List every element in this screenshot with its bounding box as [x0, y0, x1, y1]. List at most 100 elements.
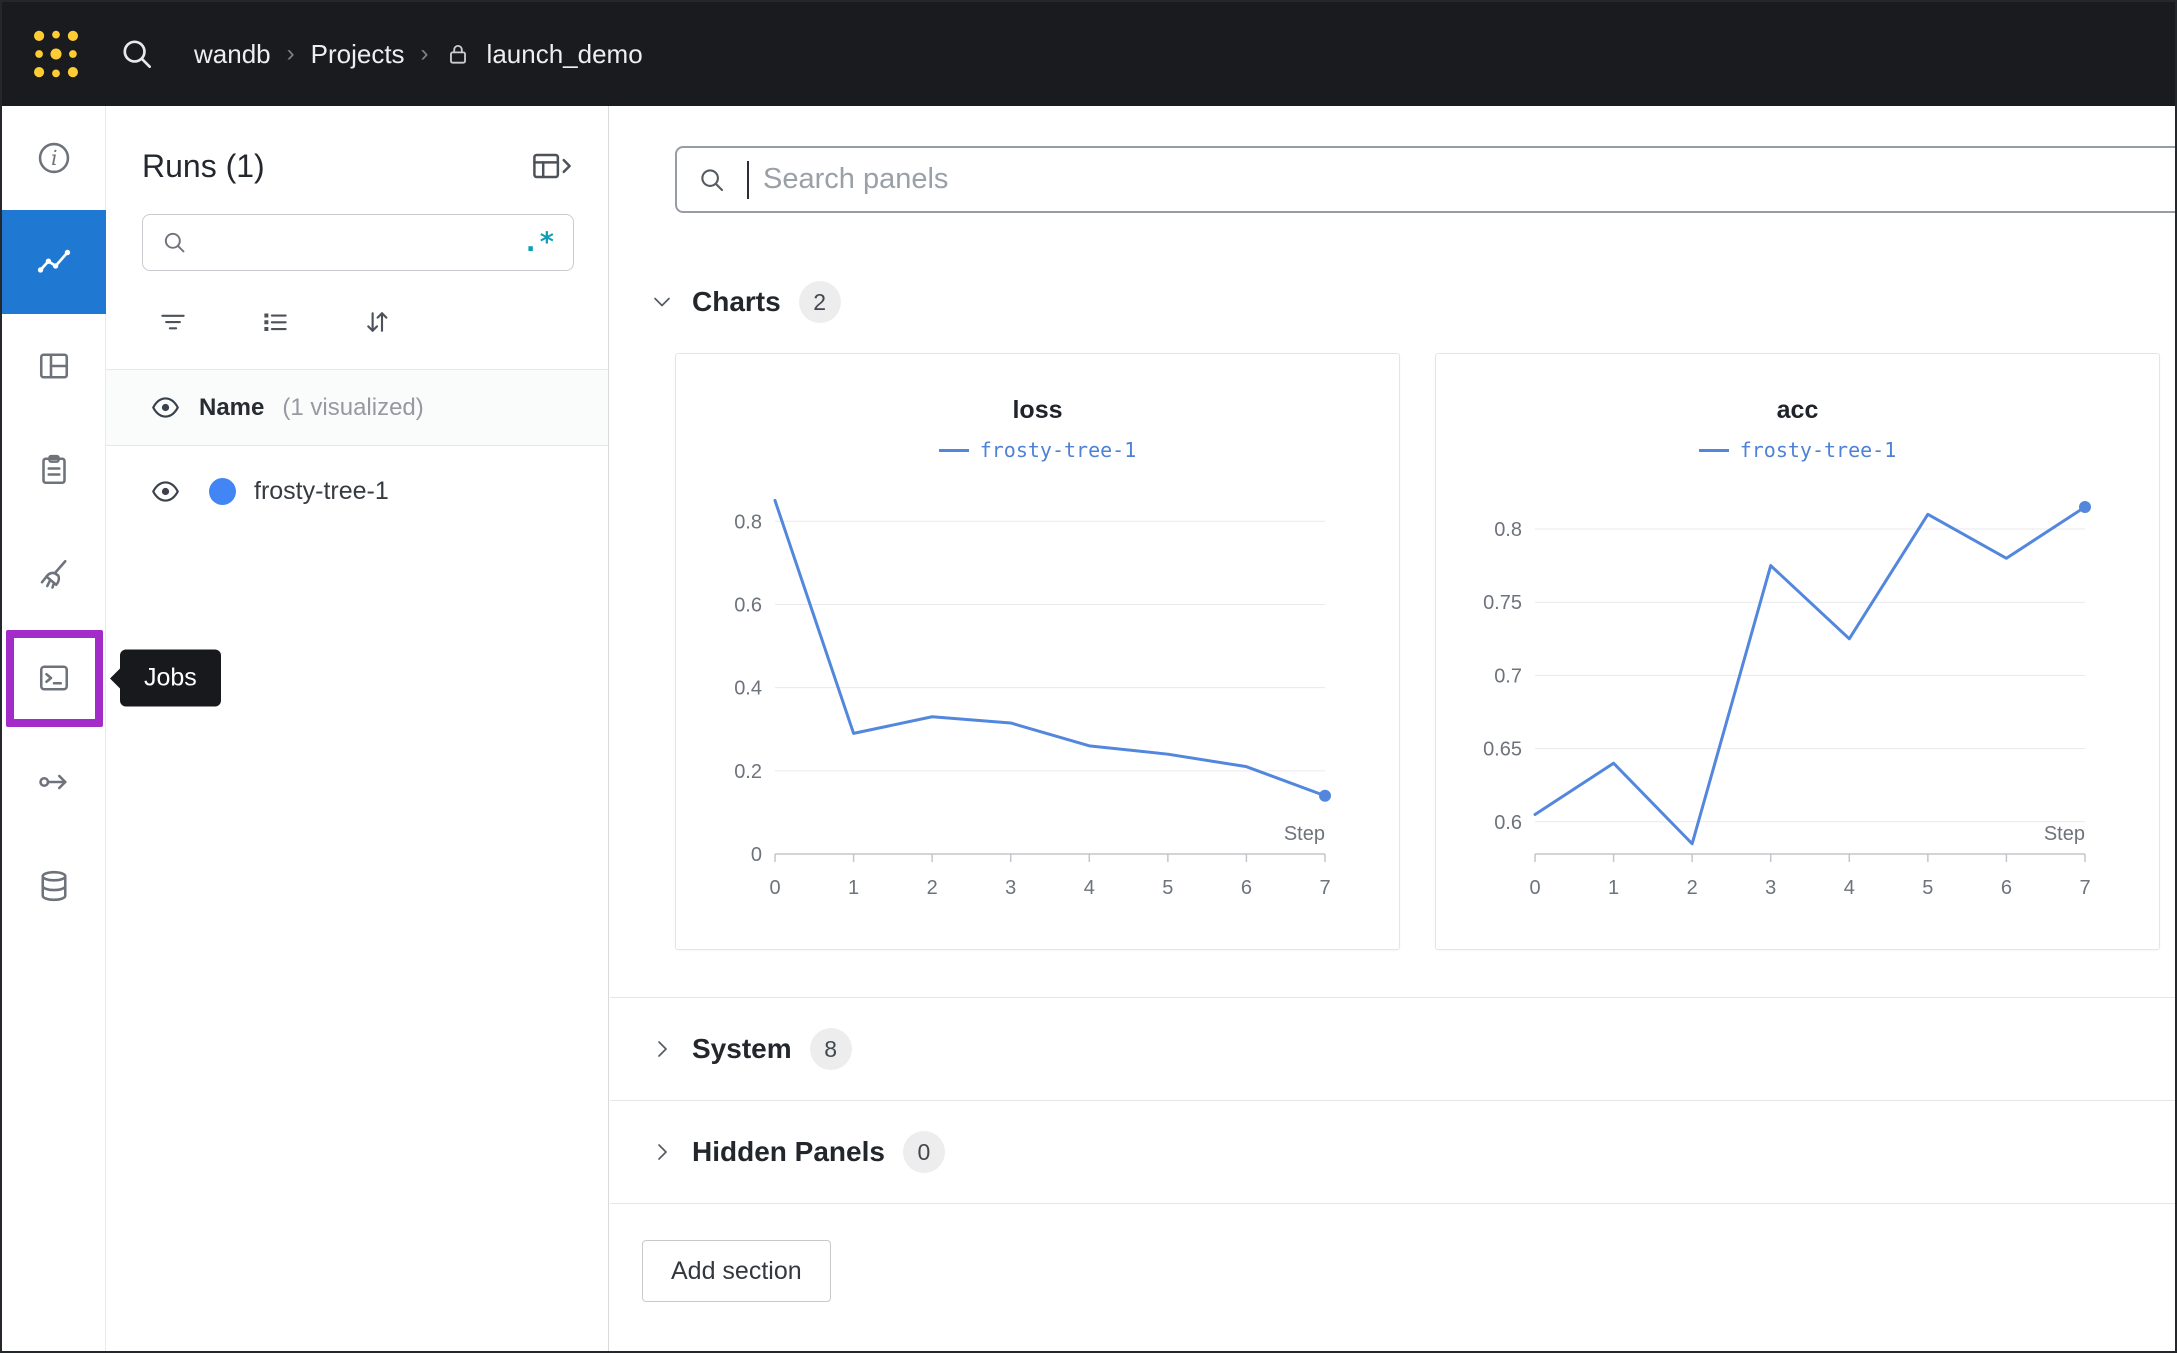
- section-header-system[interactable]: System 8: [610, 998, 2175, 1100]
- svg-text:4: 4: [1844, 877, 1855, 899]
- svg-text:0.6: 0.6: [1494, 812, 1522, 834]
- svg-text:3: 3: [1005, 877, 1016, 899]
- run-list-item[interactable]: frosty-tree-1: [106, 446, 608, 536]
- chart-panel-loss[interactable]: loss frosty-tree-1 0 0.2 0.4 0.6 0.8 0 1 2 3 4 5 6 7…: [675, 353, 1400, 950]
- svg-text:5: 5: [1162, 877, 1173, 899]
- sidebar-item-automations[interactable]: [2, 730, 106, 834]
- wandb-logo[interactable]: [24, 22, 88, 86]
- search-icon: [161, 229, 188, 256]
- divider: [610, 1203, 2175, 1204]
- breadcrumb-separator: ›: [421, 40, 429, 68]
- run-name[interactable]: frosty-tree-1: [254, 477, 389, 506]
- svg-text:0: 0: [1529, 877, 1540, 899]
- chart-title: loss: [1012, 396, 1062, 425]
- runs-header: Runs (1): [106, 106, 608, 186]
- charts-row: loss frosty-tree-1 0 0.2 0.4 0.6 0.8 0 1 2 3 4 5 6 7…: [675, 353, 2175, 950]
- svg-text:Step: Step: [2044, 823, 2085, 845]
- search-icon: [118, 35, 156, 73]
- section-header-hidden-panels[interactable]: Hidden Panels 0: [610, 1101, 2175, 1203]
- svg-text:3: 3: [1765, 877, 1776, 899]
- jobs-tooltip: Jobs: [120, 650, 221, 707]
- visibility-eye-icon[interactable]: [150, 476, 181, 507]
- add-section-button[interactable]: Add section: [642, 1240, 831, 1302]
- chevron-right-icon: [650, 1140, 674, 1164]
- expand-table-button[interactable]: [530, 146, 574, 186]
- group-list-icon[interactable]: [260, 307, 290, 337]
- breadcrumb-org[interactable]: wandb: [194, 39, 271, 70]
- svg-text:i: i: [51, 146, 57, 170]
- svg-text:4: 4: [1084, 877, 1095, 899]
- visibility-eye-icon[interactable]: [150, 392, 181, 423]
- svg-text:5: 5: [1922, 877, 1933, 899]
- svg-text:0.4: 0.4: [734, 678, 762, 700]
- clipboard-icon: [36, 452, 72, 488]
- svg-text:0.8: 0.8: [734, 511, 762, 533]
- chart-panel-acc[interactable]: acc frosty-tree-1 0.60.650.70.750.801234…: [1435, 353, 2160, 950]
- loss-line-chart[interactable]: 0 0.2 0.4 0.6 0.8 0 1 2 3 4 5 6 7 Step: [695, 466, 1380, 926]
- breadcrumb: wandb › Projects › launch_demo: [194, 39, 643, 70]
- global-search-button[interactable]: [118, 35, 156, 73]
- run-color-dot: [209, 478, 236, 505]
- legend-line-swatch: [939, 449, 969, 452]
- wandb-app-window: wandb › Projects › launch_demo i: [0, 0, 2177, 1353]
- panel-search-box[interactable]: [675, 146, 2175, 213]
- sidebar-item-jobs[interactable]: Jobs: [2, 626, 106, 730]
- svg-text:6: 6: [1241, 877, 1252, 899]
- svg-text:Step: Step: [1284, 823, 1325, 845]
- broom-icon: [36, 556, 72, 592]
- svg-text:0.6: 0.6: [734, 594, 762, 616]
- svg-text:0: 0: [769, 877, 780, 899]
- runs-search-box[interactable]: .*: [142, 214, 574, 271]
- sidebar-item-runs-table[interactable]: [2, 314, 106, 418]
- svg-text:0: 0: [751, 844, 762, 866]
- svg-text:0.7: 0.7: [1494, 665, 1522, 687]
- breadcrumb-separator: ›: [287, 40, 295, 68]
- section-label: Hidden Panels: [692, 1136, 885, 1168]
- breadcrumb-projects[interactable]: Projects: [311, 39, 405, 70]
- svg-text:7: 7: [2079, 877, 2090, 899]
- svg-text:1: 1: [848, 877, 859, 899]
- runs-toolbar: [106, 307, 608, 337]
- sidebar-item-reports[interactable]: [2, 418, 106, 522]
- sidebar-item-artifacts[interactable]: [2, 834, 106, 938]
- info-icon: i: [36, 140, 72, 176]
- svg-text:2: 2: [1687, 877, 1698, 899]
- svg-text:1: 1: [1608, 877, 1619, 899]
- svg-text:0.8: 0.8: [1494, 519, 1522, 541]
- section-count-badge: 0: [903, 1131, 945, 1173]
- line-chart-icon: [35, 243, 73, 281]
- sidebar-item-overview[interactable]: i: [2, 106, 106, 210]
- text-caret: [747, 161, 749, 199]
- runs-table-header-row: Name (1 visualized): [106, 370, 608, 446]
- sort-icon[interactable]: [362, 307, 392, 337]
- section-header-charts[interactable]: Charts 2: [650, 281, 2175, 323]
- svg-text:0.65: 0.65: [1483, 739, 1522, 761]
- sidebar-item-workspace[interactable]: [2, 210, 106, 314]
- sidebar-item-sweeps[interactable]: [2, 522, 106, 626]
- legend-run-name: frosty-tree-1: [980, 438, 1137, 462]
- section-count-badge: 8: [810, 1028, 852, 1070]
- chart-legend: frosty-tree-1: [939, 438, 1137, 462]
- section-label: System: [692, 1033, 792, 1065]
- table-icon: [36, 348, 72, 384]
- top-navbar: wandb › Projects › launch_demo: [2, 2, 2175, 106]
- svg-text:0.75: 0.75: [1483, 592, 1522, 614]
- regex-toggle[interactable]: .*: [522, 227, 555, 258]
- panel-search-input[interactable]: [763, 163, 2155, 196]
- svg-text:2: 2: [927, 877, 938, 899]
- svg-text:7: 7: [1319, 877, 1330, 899]
- section-count-badge: 2: [799, 281, 841, 323]
- wandb-dots-logo-icon: [27, 25, 85, 83]
- legend-run-name: frosty-tree-1: [1740, 438, 1897, 462]
- acc-line-chart[interactable]: 0.60.650.70.750.801234567Step: [1455, 466, 2140, 926]
- svg-text:0.2: 0.2: [734, 761, 762, 783]
- section-label: Charts: [692, 286, 781, 318]
- filter-icon[interactable]: [158, 307, 188, 337]
- runs-title: Runs (1): [142, 148, 265, 185]
- runs-search-input[interactable]: [202, 229, 508, 257]
- chevron-right-icon: [650, 1037, 674, 1061]
- chevron-down-icon: [650, 290, 674, 314]
- terminal-icon: [36, 660, 72, 696]
- breadcrumb-project[interactable]: launch_demo: [487, 39, 643, 70]
- column-header-name[interactable]: Name: [199, 394, 264, 422]
